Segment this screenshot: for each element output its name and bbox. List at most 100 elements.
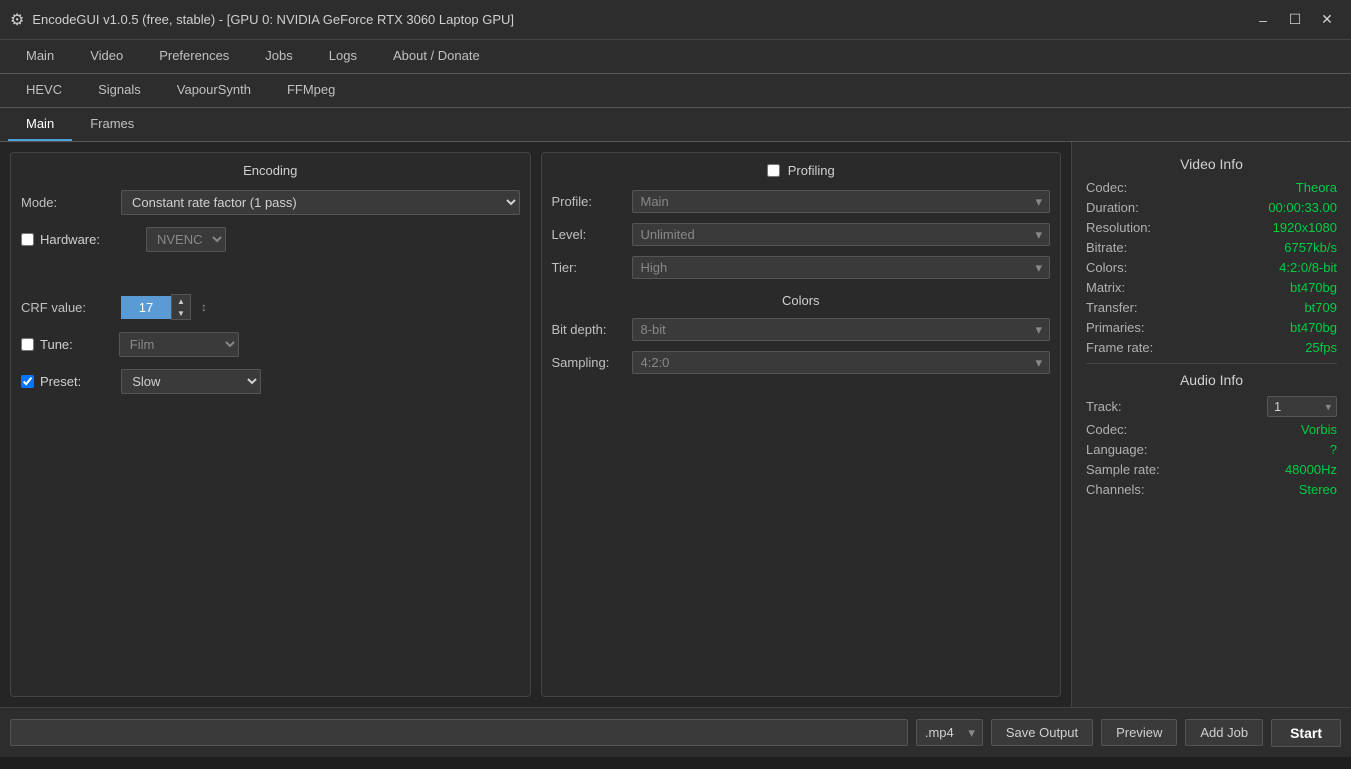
- transfer-row: Transfer: bt709: [1086, 300, 1337, 315]
- bottom-bar: .mp4 .mkv .mov .avi Save Output Preview …: [0, 707, 1351, 757]
- tab-jobs[interactable]: Jobs: [247, 40, 310, 73]
- save-output-button[interactable]: Save Output: [991, 719, 1093, 746]
- title-bar: ⚙ EncodeGUI v1.0.5 (free, stable) - [GPU…: [0, 0, 1351, 40]
- bitrate-key: Bitrate:: [1086, 240, 1127, 255]
- tab-main[interactable]: Main: [8, 40, 72, 73]
- preset-checkbox[interactable]: [21, 375, 34, 388]
- mode-select[interactable]: Constant rate factor (1 pass) Bitrate (1…: [121, 190, 520, 215]
- framerate-row: Frame rate: 25fps: [1086, 340, 1337, 355]
- level-dropdown-wrapper: Unlimited 3.0 4.0 5.0: [632, 223, 1051, 246]
- primaries-val: bt470bg: [1290, 320, 1337, 335]
- profile-row: Profile: Main Main10 Main12: [552, 190, 1051, 213]
- matrix-key: Matrix:: [1086, 280, 1125, 295]
- bitdepth-row: Bit depth: 8-bit 10-bit 12-bit: [552, 318, 1051, 341]
- tier-dropdown-wrapper: High Main: [632, 256, 1051, 279]
- tab-main-sub[interactable]: Main: [8, 108, 72, 141]
- encoding-title: Encoding: [21, 163, 520, 178]
- tab-frames[interactable]: Frames: [72, 108, 152, 141]
- transfer-key: Transfer:: [1086, 300, 1138, 315]
- title-bar-controls: – ☐ ✕: [1249, 6, 1341, 34]
- audio-channels-key: Channels:: [1086, 482, 1145, 497]
- start-button[interactable]: Start: [1271, 719, 1341, 747]
- tab-logs[interactable]: Logs: [311, 40, 375, 73]
- tab-vapoursynth[interactable]: VapourSynth: [159, 74, 269, 107]
- primaries-row: Primaries: bt470bg: [1086, 320, 1337, 335]
- framerate-key: Frame rate:: [1086, 340, 1153, 355]
- codec-key: Codec:: [1086, 180, 1127, 195]
- info-divider: [1086, 363, 1337, 364]
- hardware-select[interactable]: NVENC QSV AMF: [146, 227, 226, 252]
- codec-val: Theora: [1296, 180, 1337, 195]
- crf-spin-down[interactable]: ▼: [172, 307, 190, 319]
- tier-select[interactable]: High Main: [632, 256, 1051, 279]
- resolution-key: Resolution:: [1086, 220, 1151, 235]
- right-panel: Video Info Codec: Theora Duration: 00:00…: [1071, 142, 1351, 707]
- tab-signals[interactable]: Signals: [80, 74, 159, 107]
- matrix-row: Matrix: bt470bg: [1086, 280, 1337, 295]
- colors-val: 4:2:0/8-bit: [1279, 260, 1337, 275]
- nav-tabs-1: Main Video Preferences Jobs Logs About /…: [0, 40, 1351, 74]
- bitdepth-dropdown-wrapper: 8-bit 10-bit 12-bit: [632, 318, 1051, 341]
- profile-select[interactable]: Main Main10 Main12: [632, 190, 1051, 213]
- add-job-button[interactable]: Add Job: [1185, 719, 1263, 746]
- colors-key: Colors:: [1086, 260, 1127, 275]
- tab-ffmpeg[interactable]: FFMpeg: [269, 74, 353, 107]
- crf-row: CRF value: ▲ ▼ ↕: [21, 294, 520, 320]
- profiling-panel: Profiling Profile: Main Main10 Main12 Le…: [541, 152, 1062, 697]
- preset-row: Preset: Ultrafast Superfast Veryfast Fas…: [21, 369, 520, 394]
- profile-label: Profile:: [552, 194, 632, 209]
- preset-select[interactable]: Ultrafast Superfast Veryfast Faster Fast…: [121, 369, 261, 394]
- tune-row: Tune: Film Animation Grain: [21, 332, 520, 357]
- filename-input[interactable]: [10, 719, 908, 746]
- sampling-row: Sampling: 4:2:0 4:2:2 4:4:4: [552, 351, 1051, 374]
- sampling-select[interactable]: 4:2:0 4:2:2 4:4:4: [632, 351, 1051, 374]
- tab-about-donate[interactable]: About / Donate: [375, 40, 498, 73]
- app-icon: ⚙: [10, 10, 24, 30]
- duration-row: Duration: 00:00:33.00: [1086, 200, 1337, 215]
- close-button[interactable]: ✕: [1313, 6, 1341, 34]
- crf-spinbox: ▲ ▼: [121, 294, 191, 320]
- format-select[interactable]: .mp4 .mkv .mov .avi: [916, 719, 983, 746]
- format-select-wrapper: .mp4 .mkv .mov .avi: [916, 719, 983, 746]
- preview-button[interactable]: Preview: [1101, 719, 1177, 746]
- bitdepth-select[interactable]: 8-bit 10-bit 12-bit: [632, 318, 1051, 341]
- preset-label: Preset:: [40, 374, 81, 389]
- maximize-button[interactable]: ☐: [1281, 6, 1309, 34]
- primaries-key: Primaries:: [1086, 320, 1145, 335]
- content-area: Encoding Mode: Constant rate factor (1 p…: [0, 142, 1071, 707]
- video-info-title: Video Info: [1086, 156, 1337, 172]
- crf-spin-up[interactable]: ▲: [172, 295, 190, 307]
- transfer-val: bt709: [1304, 300, 1337, 315]
- audio-track-key: Track:: [1086, 399, 1122, 414]
- resolution-row: Resolution: 1920x1080: [1086, 220, 1337, 235]
- colors-title: Colors: [552, 293, 1051, 308]
- audio-samplerate-key: Sample rate:: [1086, 462, 1160, 477]
- audio-codec-val: Vorbis: [1301, 422, 1337, 437]
- audio-channels-val: Stereo: [1299, 482, 1337, 497]
- tier-label: Tier:: [552, 260, 632, 275]
- encoding-panel: Encoding Mode: Constant rate factor (1 p…: [10, 152, 531, 697]
- tab-preferences[interactable]: Preferences: [141, 40, 247, 73]
- level-row: Level: Unlimited 3.0 4.0 5.0: [552, 223, 1051, 246]
- tab-video[interactable]: Video: [72, 40, 141, 73]
- hardware-checkbox[interactable]: [21, 233, 34, 246]
- tune-checkbox[interactable]: [21, 338, 34, 351]
- hardware-label: Hardware:: [40, 232, 100, 247]
- title-bar-text: EncodeGUI v1.0.5 (free, stable) - [GPU 0…: [32, 12, 1249, 27]
- crf-spinbox-buttons: ▲ ▼: [171, 294, 191, 320]
- audio-track-select[interactable]: 1 2 3: [1267, 396, 1337, 417]
- mode-label: Mode:: [21, 195, 121, 210]
- profiling-checkbox[interactable]: [767, 164, 780, 177]
- profiling-header: Profiling: [552, 163, 1051, 178]
- audio-codec-row: Codec: Vorbis: [1086, 422, 1337, 437]
- level-select[interactable]: Unlimited 3.0 4.0 5.0: [632, 223, 1051, 246]
- crf-input[interactable]: [121, 296, 171, 319]
- audio-language-row: Language: ?: [1086, 442, 1337, 457]
- audio-language-val: ?: [1330, 442, 1337, 457]
- bitrate-row: Bitrate: 6757kb/s: [1086, 240, 1337, 255]
- tab-hevc[interactable]: HEVC: [8, 74, 80, 107]
- audio-language-key: Language:: [1086, 442, 1147, 457]
- level-label: Level:: [552, 227, 632, 242]
- tune-select[interactable]: Film Animation Grain: [119, 332, 239, 357]
- minimize-button[interactable]: –: [1249, 6, 1277, 34]
